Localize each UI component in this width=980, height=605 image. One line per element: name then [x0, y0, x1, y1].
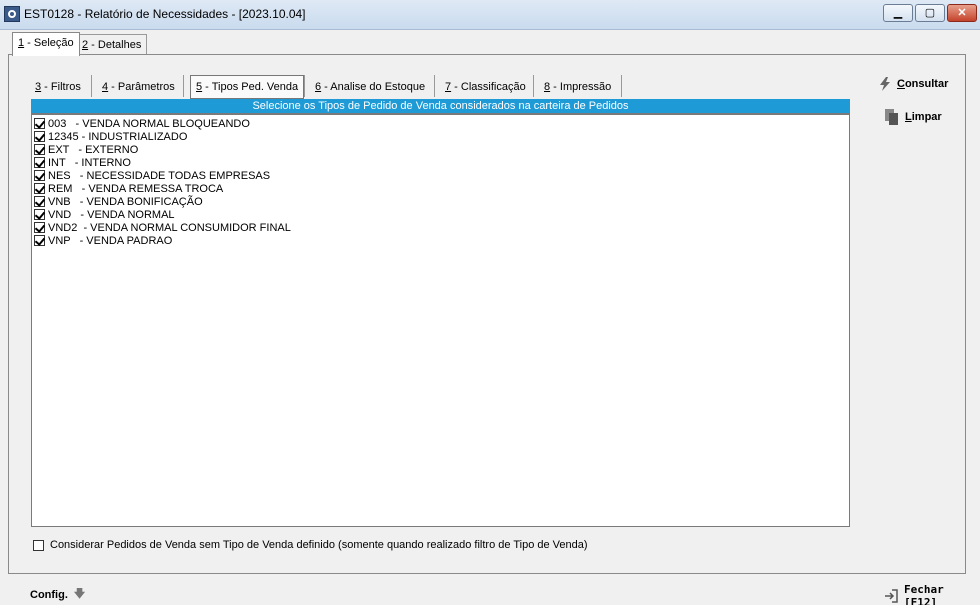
config-button[interactable]: Config. 🡇 [30, 585, 85, 604]
tab-detalhes[interactable]: 2 - Detalhes [76, 34, 148, 55]
list-item[interactable]: EXT - EXTERNO [34, 143, 138, 156]
consultar-button[interactable]: Consultar [879, 77, 948, 91]
limpar-label: impar [911, 111, 942, 123]
checkbox[interactable] [34, 131, 45, 142]
list-item[interactable]: VNB - VENDA BONIFICAÇÃO [34, 195, 203, 208]
tab-separator [621, 75, 622, 97]
list-item[interactable]: REM - VENDA REMESSA TROCA [34, 182, 223, 195]
tab-classificacao-label: - Classificação [451, 81, 526, 93]
tab-parametros-label: - Parâmetros [108, 81, 175, 93]
window-title: EST0128 - Relatório de Necessidades - [2… [24, 7, 306, 21]
checkbox[interactable] [34, 235, 45, 246]
list-item-label: 003 - VENDA NORMAL BLOQUEANDO [48, 117, 250, 130]
consider-orders-checkbox[interactable] [33, 539, 44, 551]
tab-separator [434, 75, 435, 97]
tab-selecao[interactable]: 1 - Seleção [12, 32, 80, 56]
consider-orders-without-type-option[interactable]: Considerar Pedidos de Venda sem Tipo de … [33, 539, 588, 551]
checkbox[interactable] [34, 144, 45, 155]
copy-icon [885, 109, 899, 125]
list-item-label: VND2 - VENDA NORMAL CONSUMIDOR FINAL [48, 221, 291, 234]
inner-frame: 3 - Filtros 4 - Parâmetros 5 - Tipos Ped… [27, 63, 957, 569]
close-button[interactable]: ✕ [947, 4, 977, 22]
config-label: Config. [30, 588, 68, 601]
tab-separator [91, 75, 92, 97]
tab-classificacao[interactable]: 7 - Classificação [445, 77, 526, 99]
tab-filtros[interactable]: 3 - Filtros [35, 77, 81, 99]
checkbox[interactable] [34, 196, 45, 207]
list-header: Selecione os Tipos de Pedido de Venda co… [31, 99, 850, 113]
checkbox[interactable] [34, 157, 45, 168]
list-item-label: EXT - EXTERNO [48, 143, 139, 156]
arrow-down-icon: 🡇 [73, 588, 86, 600]
tab-separator [533, 75, 534, 97]
tab-tipos-ped-venda[interactable]: 5 - Tipos Ped. Venda [190, 75, 305, 99]
list-item-label: INT - INTERNO [48, 156, 131, 169]
tab-impressao-label: - Impressão [550, 81, 612, 93]
limpar-key: L [905, 111, 912, 123]
list-item[interactable]: VNP - VENDA PADRAO [34, 234, 172, 247]
minimize-button[interactable]: ▁ [883, 4, 913, 22]
tab-parametros[interactable]: 4 - Parâmetros [102, 77, 175, 99]
list-item-label: 12345 - INDUSTRIALIZADO [48, 130, 188, 143]
consider-orders-label: Considerar Pedidos de Venda sem Tipo de … [50, 539, 588, 551]
sales-order-type-list[interactable]: 003 - VENDA NORMAL BLOQUEANDO 12345 - IN… [31, 113, 850, 527]
limpar-button[interactable]: Limpar [885, 109, 942, 125]
fechar-label: Fechar [F12] [904, 583, 944, 605]
list-item-label: NES - NECESSIDADE TODAS EMPRESAS [48, 169, 271, 182]
tab-detalhes-label: - Detalhes [88, 39, 142, 51]
checkbox[interactable] [34, 209, 45, 220]
exit-icon [884, 589, 898, 603]
selection-panel: 3 - Filtros 4 - Parâmetros 5 - Tipos Ped… [8, 54, 966, 574]
list-item[interactable]: 12345 - INDUSTRIALIZADO [34, 130, 187, 143]
checkbox[interactable] [34, 183, 45, 194]
tab-tipos-label: - Tipos Ped. Venda [202, 81, 299, 93]
list-item-label: VNP - VENDA PADRAO [48, 234, 173, 247]
maximize-button[interactable]: ▢ [915, 4, 945, 22]
status-bar: Config. 🡇 Fechar [F12] [0, 575, 980, 605]
tab-separator [183, 75, 184, 97]
tab-filtros-label: - Filtros [41, 81, 81, 93]
title-bar: EST0128 - Relatório de Necessidades - [2… [0, 0, 980, 30]
tab-analise-label: - Analise do Estoque [321, 81, 426, 93]
checkbox[interactable] [34, 118, 45, 129]
list-item[interactable]: VND2 - VENDA NORMAL CONSUMIDOR FINAL [34, 221, 291, 234]
list-item[interactable]: INT - INTERNO [34, 156, 131, 169]
tab-selecao-label: - Seleção [24, 37, 74, 49]
list-item[interactable]: 003 - VENDA NORMAL BLOQUEANDO [34, 117, 250, 130]
tab-impressao[interactable]: 8 - Impressão [544, 77, 611, 99]
app-icon [4, 6, 20, 22]
lightning-icon [879, 77, 891, 91]
fechar-button[interactable]: Fechar [F12] [884, 583, 980, 605]
list-item-label: REM - VENDA REMESSA TROCA [48, 182, 224, 195]
consultar-label: onsultar [904, 78, 949, 90]
list-item[interactable]: VND - VENDA NORMAL [34, 208, 175, 221]
checkbox[interactable] [34, 170, 45, 181]
list-item-label: VND - VENDA NORMAL [48, 208, 175, 221]
list-item[interactable]: NES - NECESSIDADE TODAS EMPRESAS [34, 169, 270, 182]
consultar-key: C [897, 78, 905, 90]
checkbox[interactable] [34, 222, 45, 233]
list-item-label: VNB - VENDA BONIFICAÇÃO [48, 195, 203, 208]
tab-separator [304, 75, 305, 97]
tab-analise-estoque[interactable]: 6 - Analise do Estoque [315, 77, 425, 99]
